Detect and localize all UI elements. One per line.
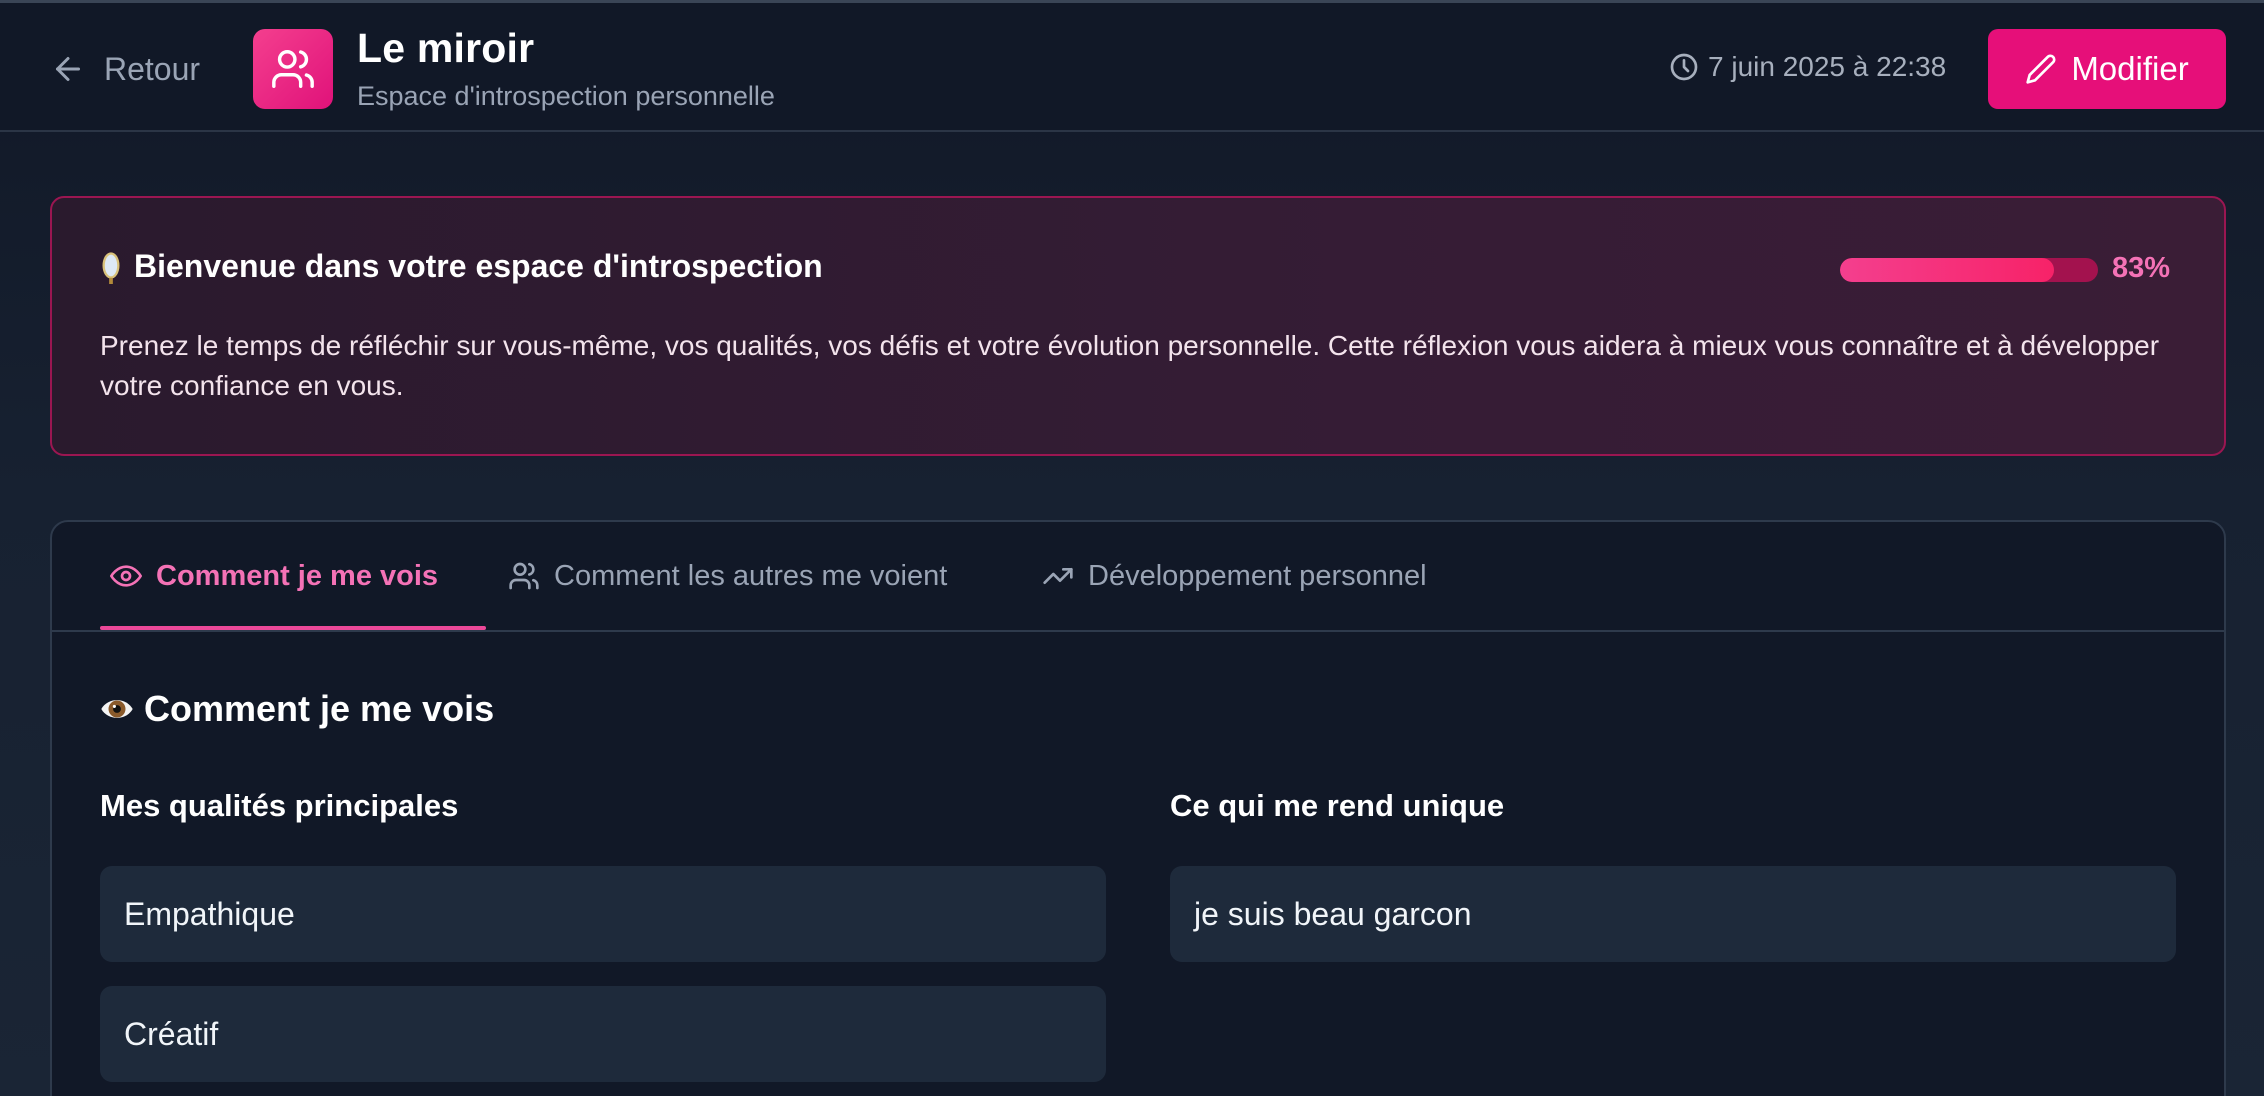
tab-label: Comment je me vois	[156, 559, 439, 592]
trending-up-icon	[1043, 568, 1073, 584]
edit-button[interactable]: Modifier	[1988, 29, 2226, 109]
active-tab-indicator	[100, 626, 486, 630]
arrow-left-icon	[56, 57, 80, 81]
tab-self-view[interactable]: Comment je me vois	[110, 556, 438, 596]
quality-field[interactable]: Empathique	[100, 866, 1106, 962]
clock-icon	[1670, 53, 1698, 81]
last-updated: 7 juin 2025 à 22:38	[1668, 51, 1946, 83]
progress-fill	[1840, 258, 2055, 282]
back-button[interactable]: Retour	[50, 47, 200, 91]
page-subtitle: Espace d'introspection personnelle	[357, 81, 775, 111]
welcome-title: Bienvenue dans votre espace d'introspect…	[134, 248, 823, 284]
timestamp-text: 7 juin 2025 à 22:38	[1708, 51, 1947, 82]
qualities-label: Mes qualités principales	[100, 788, 459, 823]
unique-label: Ce qui me rend unique	[1170, 788, 1505, 823]
app-logo	[253, 29, 333, 109]
page-title: Le miroir	[357, 25, 535, 71]
unique-field[interactable]: je suis beau garcon	[1170, 866, 2176, 962]
eye-emoji-icon	[101, 700, 133, 718]
quality-field[interactable]: Créatif	[100, 986, 1106, 1082]
tab-others-view[interactable]: Comment les autres me voient	[508, 556, 947, 596]
pencil-icon	[2026, 54, 2056, 84]
users-icon	[272, 50, 314, 88]
section-title: Comment je me vois	[144, 688, 495, 729]
tab-label: Comment les autres me voient	[554, 559, 948, 592]
introspection-panel: Comment je me vois Comment les autres me…	[50, 520, 2226, 1096]
back-label: Retour	[104, 50, 201, 87]
tab-label: Développement personnel	[1088, 559, 1427, 592]
tab-personal-development[interactable]: Développement personnel	[1042, 556, 1427, 596]
welcome-description: Prenez le temps de réfléchir sur vous-mê…	[100, 330, 2160, 401]
section-heading: Comment je me vois	[100, 688, 494, 730]
users-icon	[509, 562, 539, 590]
edit-label: Modifier	[2071, 50, 2189, 87]
progress-label: 83%	[2112, 252, 2171, 284]
mirror-icon	[102, 251, 120, 284]
header-bar: Retour Le miroir Espace d'introspection …	[0, 0, 2264, 132]
welcome-card: Bienvenue dans votre espace d'introspect…	[50, 196, 2226, 456]
welcome-heading: Bienvenue dans votre espace d'introspect…	[100, 248, 823, 285]
eye-icon	[110, 565, 142, 587]
tab-bar: Comment je me vois Comment les autres me…	[52, 522, 2224, 632]
progress-bar	[1840, 258, 2098, 282]
